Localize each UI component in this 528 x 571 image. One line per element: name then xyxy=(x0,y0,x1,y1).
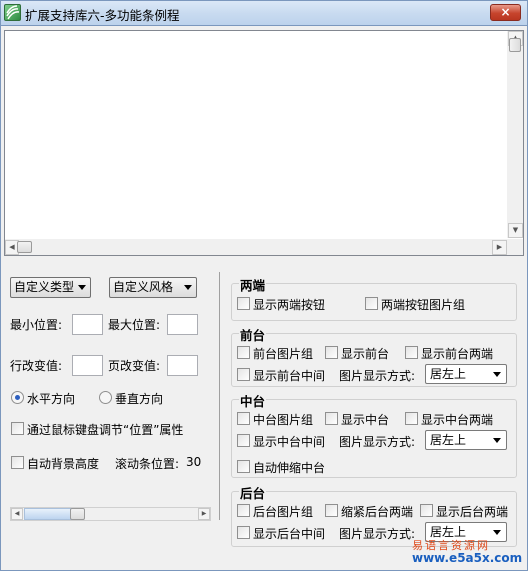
window-title: 扩展支持库六-多功能条例程 xyxy=(25,8,180,23)
show-front-middle-checkbox[interactable] xyxy=(237,368,250,381)
show-middle-middle-label: 显示中台中间 xyxy=(253,435,326,449)
scroll-position-value: 30 xyxy=(186,455,202,469)
show-middle-middle-checkbox[interactable] xyxy=(237,434,250,447)
app-icon xyxy=(4,4,21,21)
back-image-group-checkbox[interactable] xyxy=(237,504,250,517)
demo-scroll-right-button[interactable]: ▶ xyxy=(198,508,210,520)
custom-type-label: 自定义类型 xyxy=(14,280,75,294)
show-middle-ends-checkbox[interactable] xyxy=(405,412,418,425)
shrink-back-ends-label: 缩紧后台两端 xyxy=(341,505,414,519)
middle-group-title: 中台 xyxy=(239,391,267,410)
chevron-down-icon xyxy=(184,285,192,290)
line-step-label: 行改变值: xyxy=(10,359,63,373)
watermark: 易语言资源网 www.e5a5x.com xyxy=(412,537,522,565)
show-back-middle-checkbox[interactable] xyxy=(237,526,250,539)
close-button[interactable]: × xyxy=(490,4,521,21)
end-button-images-label: 两端按钮图片组 xyxy=(381,298,466,312)
back-display-mode-label: 图片显示方式: xyxy=(339,527,416,541)
scrollbar-corner xyxy=(507,239,523,255)
vertical-scroll-thumb[interactable] xyxy=(509,38,521,52)
back-group-title: 后台 xyxy=(239,483,267,502)
auto-bg-height-checkbox[interactable] xyxy=(11,456,24,469)
auto-stretch-middle-checkbox[interactable] xyxy=(237,460,250,473)
custom-type-dropdown[interactable]: 自定义类型 xyxy=(10,277,91,298)
panel-divider xyxy=(219,272,220,520)
vertical-scrollbar[interactable] xyxy=(507,31,523,238)
front-image-group-checkbox[interactable] xyxy=(237,346,250,359)
chevron-down-icon xyxy=(493,372,501,377)
show-middle-ends-label: 显示中台两端 xyxy=(421,413,494,427)
middle-image-group-checkbox[interactable] xyxy=(237,412,250,425)
keyboard-adjust-checkbox[interactable] xyxy=(11,422,24,435)
line-step-input[interactable] xyxy=(72,355,103,376)
show-end-buttons-checkbox[interactable] xyxy=(237,297,250,310)
auto-bg-height-label: 自动背景高度 xyxy=(27,457,100,471)
show-front-ends-label: 显示前台两端 xyxy=(421,347,494,361)
scroll-right-button[interactable]: ▶ xyxy=(492,240,507,255)
show-back-ends-checkbox[interactable] xyxy=(420,504,433,517)
middle-image-group-label: 中台图片组 xyxy=(253,413,314,427)
show-end-buttons-label: 显示两端按钮 xyxy=(253,298,326,312)
show-back-middle-label: 显示后台中间 xyxy=(253,527,326,541)
min-position-label: 最小位置: xyxy=(10,318,63,332)
front-display-mode-select[interactable]: 居左上 xyxy=(425,364,507,384)
back-image-group-label: 后台图片组 xyxy=(253,505,314,519)
custom-style-label: 自定义风格 xyxy=(113,280,174,294)
front-display-mode-label: 图片显示方式: xyxy=(339,369,416,383)
chevron-down-icon xyxy=(493,530,501,535)
horizontal-scroll-thumb[interactable] xyxy=(17,241,32,253)
custom-style-dropdown[interactable]: 自定义风格 xyxy=(109,277,197,298)
watermark-line2: www.e5a5x.com xyxy=(412,551,523,565)
end-button-images-checkbox[interactable] xyxy=(365,297,378,310)
page-step-input[interactable] xyxy=(167,355,198,376)
show-front-label: 显示前台 xyxy=(341,347,390,361)
horizontal-scrollbar[interactable] xyxy=(5,239,507,255)
shrink-back-ends-checkbox[interactable] xyxy=(325,504,338,517)
demo-scroll-left-button[interactable]: ◀ xyxy=(11,508,23,520)
show-front-middle-label: 显示前台中间 xyxy=(253,369,326,383)
show-middle-checkbox[interactable] xyxy=(325,412,338,425)
vertical-radio-label: 垂直方向 xyxy=(115,392,164,406)
front-group-title: 前台 xyxy=(239,325,267,344)
front-display-mode-value: 居左上 xyxy=(430,367,467,381)
page-step-label: 页改变值: xyxy=(108,359,161,373)
vertical-radio[interactable] xyxy=(99,391,112,404)
demo-scroll-thumb[interactable] xyxy=(70,508,85,520)
scroll-down-button[interactable]: ▼ xyxy=(508,223,523,238)
horizontal-radio-label: 水平方向 xyxy=(27,392,76,406)
keyboard-adjust-label: 通过鼠标键盘调节“位置”属性 xyxy=(27,423,184,437)
middle-display-mode-label: 图片显示方式: xyxy=(339,435,416,449)
front-image-group-label: 前台图片组 xyxy=(253,347,314,361)
max-position-input[interactable] xyxy=(167,314,198,335)
max-position-label: 最大位置: xyxy=(108,318,161,332)
horizontal-radio[interactable] xyxy=(11,391,24,404)
show-front-checkbox[interactable] xyxy=(325,346,338,359)
middle-display-mode-select[interactable]: 居左上 xyxy=(425,430,507,450)
show-front-ends-checkbox[interactable] xyxy=(405,346,418,359)
ends-group-title: 两端 xyxy=(239,275,267,294)
show-back-ends-label: 显示后台两端 xyxy=(436,505,509,519)
scroll-position-label: 滚动条位置: xyxy=(115,457,180,471)
chevron-down-icon xyxy=(493,438,501,443)
display-list-box[interactable] xyxy=(4,30,524,256)
chevron-down-icon xyxy=(78,285,86,290)
middle-display-mode-value: 居左上 xyxy=(430,433,467,447)
auto-stretch-middle-label: 自动伸缩中台 xyxy=(253,461,326,475)
min-position-input[interactable] xyxy=(72,314,103,335)
show-middle-label: 显示中台 xyxy=(341,413,390,427)
